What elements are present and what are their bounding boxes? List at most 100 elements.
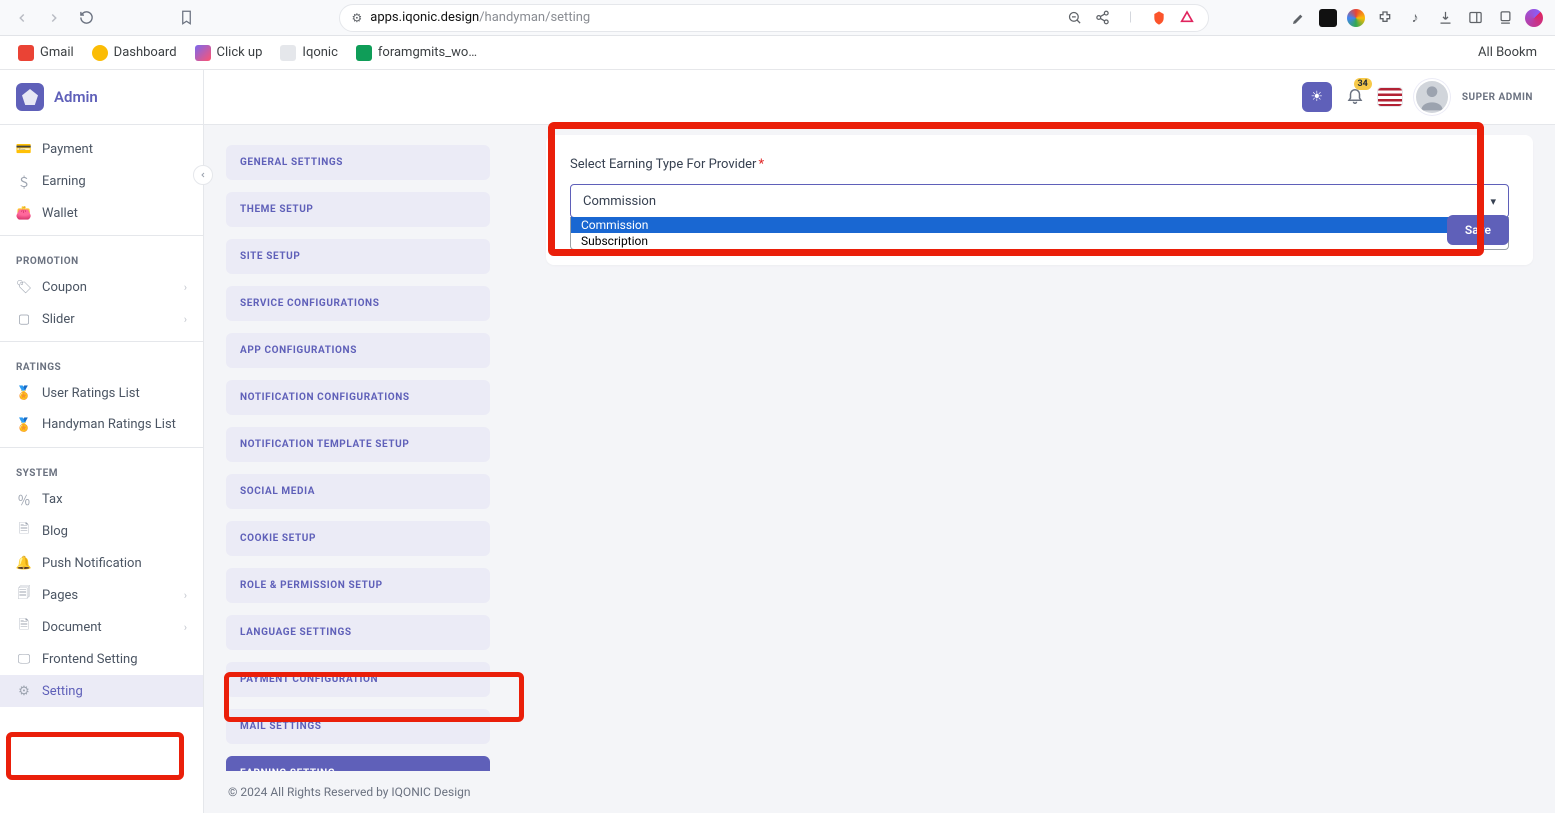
sidebar-item-payment[interactable]: 💳Payment <box>0 133 203 165</box>
badge-icon: 🏅 <box>16 417 32 433</box>
chevron-right-icon: › <box>184 589 187 602</box>
tab-theme-setup[interactable]: THEME SETUP <box>226 192 490 227</box>
option-subscription[interactable]: Subscription <box>571 233 1508 249</box>
chevron-right-icon: › <box>184 313 187 326</box>
nav-back-icon[interactable] <box>12 8 32 28</box>
wallet-icon: 👛 <box>16 205 32 221</box>
profile-icon[interactable] <box>1525 9 1543 27</box>
download-icon[interactable] <box>1435 8 1455 28</box>
ext-square-icon[interactable] <box>1319 9 1337 27</box>
user-role: SUPER ADMIN <box>1462 92 1533 103</box>
bookmark-dashboard[interactable]: Dashboard <box>92 45 177 61</box>
sidebar-item-coupon[interactable]: 🏷Coupon› <box>0 271 203 303</box>
pages-icon: 🗐 <box>16 587 32 603</box>
bookmark-clickup[interactable]: Click up <box>195 45 263 61</box>
panel-icon[interactable] <box>1465 8 1485 28</box>
doc-icon: 🗎 <box>16 619 32 635</box>
browser-toolbar: ⚙ apps.iqonic.design/handyman/setting | … <box>0 0 1555 36</box>
tab-service-configurations[interactable]: SERVICE CONFIGURATIONS <box>226 286 490 321</box>
tab-language-settings[interactable]: LANGUAGE SETTINGS <box>226 615 490 650</box>
tab-mail-settings[interactable]: MAIL SETTINGS <box>226 709 490 744</box>
brand-name: Admin <box>54 88 98 106</box>
sidebar-item-wallet[interactable]: 👛Wallet <box>0 197 203 229</box>
brave-red-icon[interactable] <box>1178 9 1196 27</box>
settings-tab-list: GENERAL SETTINGS THEME SETUP SITE SETUP … <box>226 135 526 771</box>
sidebar-item-document[interactable]: 🗎Document› <box>0 611 203 643</box>
section-system: SYSTEM <box>0 454 203 483</box>
sidebar-item-user-ratings[interactable]: 🏅User Ratings List <box>0 377 203 409</box>
sidebar: Admin 💳Payment ＄Earning 👛Wallet PROMOTIO… <box>0 70 204 813</box>
reload-icon[interactable] <box>76 8 96 28</box>
sidebar-collapse-button[interactable] <box>193 165 213 185</box>
logo-icon <box>16 83 44 111</box>
tab-earning-setting[interactable]: EARNING SETTING <box>226 756 490 771</box>
option-commission[interactable]: Commission <box>571 217 1508 233</box>
avatar[interactable] <box>1416 81 1448 113</box>
required-asterisk: * <box>758 157 764 172</box>
tab-site-setup[interactable]: SITE SETUP <box>226 239 490 274</box>
all-bookmarks[interactable]: All Bookm <box>1472 45 1537 60</box>
tab-role-permission-setup[interactable]: ROLE & PERMISSION SETUP <box>226 568 490 603</box>
save-button[interactable]: Save <box>1447 215 1509 245</box>
url-path: /handyman/setting <box>479 10 590 25</box>
sidebar-item-slider[interactable]: ▢Slider› <box>0 303 203 335</box>
chevron-right-icon: › <box>184 281 187 294</box>
extensions-icon[interactable] <box>1375 8 1395 28</box>
tab-app-configurations[interactable]: APP CONFIGURATIONS <box>226 333 490 368</box>
chevron-right-icon: › <box>184 621 187 634</box>
earning-icon: ＄ <box>16 173 32 189</box>
bookmark-iqonic[interactable]: Iqonic <box>280 45 337 61</box>
music-icon[interactable]: ♪ <box>1405 8 1425 28</box>
slider-icon: ▢ <box>16 311 32 327</box>
notifications-button[interactable]: 34 <box>1346 86 1364 108</box>
site-settings-icon[interactable]: ⚙ <box>352 11 363 25</box>
sidebar-item-push[interactable]: 🔔Push Notification <box>0 547 203 579</box>
url-bar[interactable]: ⚙ apps.iqonic.design/handyman/setting | <box>339 4 1209 32</box>
sidebar-item-earning[interactable]: ＄Earning <box>0 165 203 197</box>
tab-general-settings[interactable]: GENERAL SETTINGS <box>226 145 490 180</box>
theme-toggle-button[interactable]: ☀ <box>1302 82 1332 112</box>
sidebar-item-blog[interactable]: 🗎Blog <box>0 515 203 547</box>
bookmark-gmail[interactable]: Gmail <box>18 45 74 61</box>
earning-type-dropdown: Commission Subscription <box>570 217 1509 250</box>
payment-icon: 💳 <box>16 141 32 157</box>
coupon-icon: 🏷 <box>16 279 32 295</box>
badge-icon: 🏅 <box>16 385 32 401</box>
earning-type-selected-value: Commission <box>583 194 656 209</box>
monitor-icon: 🖵 <box>16 651 32 667</box>
bell-icon: 🔔 <box>16 555 32 571</box>
notification-badge: 34 <box>1354 78 1372 90</box>
tab-cookie-setup[interactable]: COOKIE SETUP <box>226 521 490 556</box>
earning-type-label: Select Earning Type For Provider* <box>570 157 1509 172</box>
tabs-icon[interactable] <box>1495 8 1515 28</box>
sidebar-item-pages[interactable]: 🗐Pages› <box>0 579 203 611</box>
sidebar-header: Admin <box>0 70 203 125</box>
bookmark-sheets[interactable]: foramgmits_wo… <box>356 45 477 61</box>
section-promotion: PROMOTION <box>0 242 203 271</box>
chevron-down-icon: ▾ <box>1490 195 1496 208</box>
tab-payment-configuration[interactable]: PAYMENT CONFIGURATION <box>226 662 490 697</box>
ext-chrome-icon[interactable] <box>1347 9 1365 27</box>
zoom-icon[interactable] <box>1066 9 1084 27</box>
url-host: apps.iqonic.design <box>370 10 479 25</box>
share-icon[interactable] <box>1094 9 1112 27</box>
doc-icon: 🗎 <box>16 523 32 539</box>
nav-forward-icon[interactable] <box>44 8 64 28</box>
sidebar-item-frontend[interactable]: 🖵Frontend Setting <box>0 643 203 675</box>
sidebar-item-handyman-ratings[interactable]: 🏅Handyman Ratings List <box>0 409 203 441</box>
bookmark-star-icon[interactable] <box>177 8 197 28</box>
earning-type-select[interactable]: Commission ▾ <box>570 184 1509 218</box>
sidebar-item-setting[interactable]: ⚙Setting <box>0 675 203 707</box>
sidebar-item-tax[interactable]: ％Tax <box>0 483 203 515</box>
section-ratings: RATINGS <box>0 348 203 377</box>
topbar: ☀ 34 SUPER ADMIN <box>204 70 1555 125</box>
language-flag-us-icon[interactable] <box>1378 88 1402 106</box>
ext-eyedropper-icon[interactable] <box>1289 8 1309 28</box>
tab-social-media[interactable]: SOCIAL MEDIA <box>226 474 490 509</box>
brave-icon[interactable] <box>1150 9 1168 27</box>
tab-notification-template-setup[interactable]: NOTIFICATION TEMPLATE SETUP <box>226 427 490 462</box>
tab-notification-configurations[interactable]: NOTIFICATION CONFIGURATIONS <box>226 380 490 415</box>
percent-icon: ％ <box>16 491 32 507</box>
footer-copyright: © 2024 All Rights Reserved by IQONIC Des… <box>204 771 1555 813</box>
earning-setting-panel: Select Earning Type For Provider* Commis… <box>546 135 1533 265</box>
